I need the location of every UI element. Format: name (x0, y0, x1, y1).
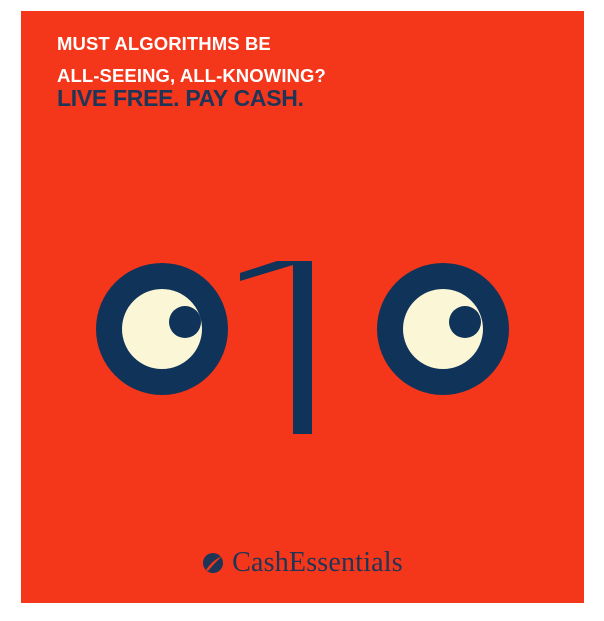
right-eye-icon (377, 263, 509, 395)
eyes-emblem (96, 261, 509, 434)
one-digit-icon (240, 261, 312, 434)
poster: MUST ALGORITHMS BE ALL-SEEING, ALL-KNOWI… (21, 11, 584, 603)
left-eye-icon (96, 263, 228, 395)
leaf-logo-icon (203, 553, 224, 573)
brand-logo: CashEssentials (21, 549, 584, 577)
brand-name: CashEssentials (232, 547, 403, 578)
